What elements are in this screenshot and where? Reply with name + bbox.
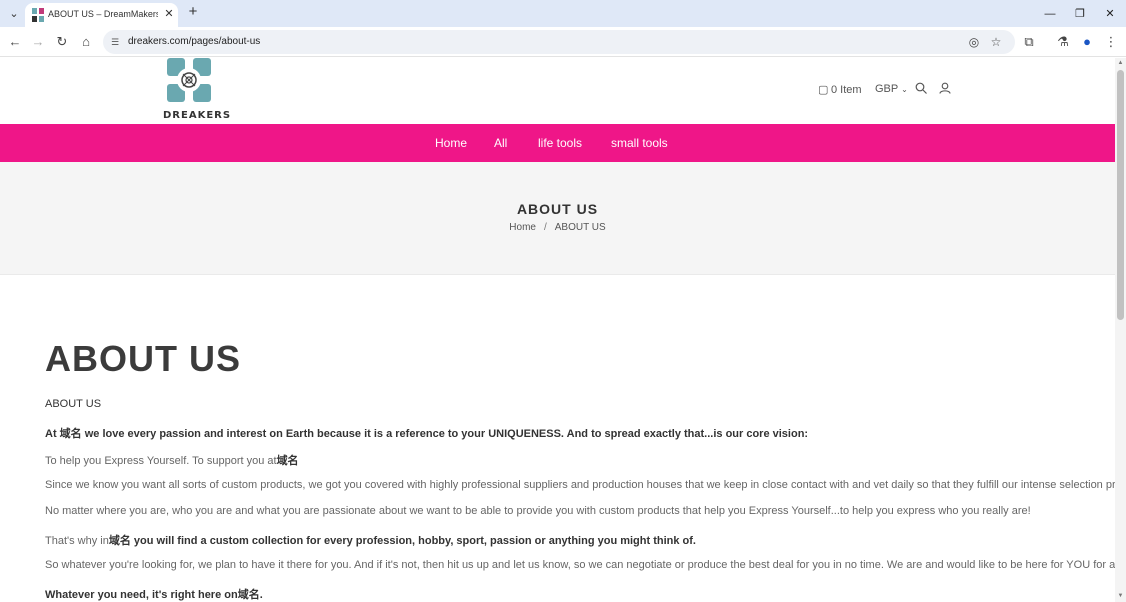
content-paragraph-6: So whatever you're looking for, we plan … bbox=[45, 559, 1115, 571]
site-logo[interactable]: DREAKERS bbox=[163, 58, 232, 122]
back-icon[interactable]: ← bbox=[7, 34, 23, 50]
logo-mark-icon bbox=[167, 58, 211, 102]
nav-item-all[interactable]: All bbox=[494, 136, 507, 150]
content-paragraph-3: Since we know you want all sorts of cust… bbox=[45, 479, 1115, 491]
paragraph-2-bold: 域名 bbox=[276, 455, 299, 467]
site-info-icon[interactable]: ☰ bbox=[111, 36, 123, 48]
home-icon[interactable]: ⌂ bbox=[78, 34, 94, 50]
bookmark-star-icon[interactable]: ☆ bbox=[989, 35, 1003, 49]
banner-title: ABOUT US bbox=[516, 201, 599, 217]
search-icon[interactable] bbox=[914, 82, 928, 96]
tab-title: ABOUT US – DreamMakers Sta bbox=[48, 9, 158, 19]
profile-avatar-icon[interactable]: ● bbox=[1079, 34, 1095, 50]
restore-icon[interactable]: ❐ bbox=[1072, 6, 1088, 22]
page-scrollbar[interactable]: ▲ ▼ bbox=[1115, 58, 1126, 602]
breadcrumb-current: ABOUT US bbox=[554, 222, 606, 233]
main-navigation: Home All life tools small tools bbox=[0, 124, 1115, 162]
chevron-down-icon: ⌄ bbox=[901, 85, 908, 94]
logo-text: DREAKERS bbox=[163, 110, 232, 121]
url-text[interactable]: dreakers.com/pages/about-us bbox=[128, 36, 260, 47]
site-header: DREAKERS ▢ 0 Item GBP ⌄ bbox=[0, 58, 1115, 124]
content-paragraph-2: To help you Express Yourself. To support… bbox=[45, 452, 299, 468]
account-icon[interactable] bbox=[938, 82, 952, 96]
breadcrumb: Home / ABOUT US bbox=[0, 222, 1115, 233]
nav-item-life-tools[interactable]: life tools bbox=[538, 136, 582, 150]
page-banner: ABOUT US Home / ABOUT US bbox=[0, 162, 1115, 275]
cart-label: 0 Item bbox=[831, 84, 862, 96]
browser-tab-active[interactable]: ABOUT US – DreamMakers Sta ✕ bbox=[25, 3, 178, 27]
eye-off-icon[interactable]: ◎ bbox=[967, 35, 981, 49]
minimize-icon[interactable]: — bbox=[1042, 6, 1058, 22]
content-paragraph-5: That's why in域名 you will find a custom c… bbox=[45, 532, 696, 548]
currency-selector[interactable]: GBP ⌄ bbox=[875, 83, 908, 95]
shopping-bag-icon: ▢ bbox=[818, 84, 829, 96]
tab-search-icon[interactable]: ⌄ bbox=[6, 6, 22, 22]
extensions-icon[interactable]: ⧉ bbox=[1021, 34, 1037, 50]
nav-item-home[interactable]: Home bbox=[435, 136, 467, 150]
scroll-up-arrow-icon[interactable]: ▲ bbox=[1117, 60, 1124, 67]
close-window-icon[interactable]: ✕ bbox=[1102, 6, 1118, 22]
site-favicon-icon bbox=[32, 8, 44, 22]
scroll-thumb[interactable] bbox=[1117, 70, 1124, 320]
browser-menu-icon[interactable]: ⋮ bbox=[1103, 34, 1119, 50]
labs-flask-icon[interactable]: ⚗ bbox=[1055, 34, 1071, 50]
cart-link[interactable]: ▢ 0 Item bbox=[818, 83, 862, 99]
currency-label: GBP bbox=[875, 83, 899, 95]
page-viewport: DREAKERS ▢ 0 Item GBP ⌄ Home All life too… bbox=[0, 58, 1115, 602]
reload-icon[interactable]: ↻ bbox=[54, 34, 70, 50]
address-bar[interactable]: ☰ dreakers.com/pages/about-us ◎ ☆ bbox=[103, 30, 1015, 54]
content-paragraph-1: At 域名 we love every passion and interest… bbox=[45, 428, 809, 440]
paragraph-2-text: To help you Express Yourself. To support… bbox=[45, 455, 277, 467]
new-tab-icon[interactable]: + bbox=[186, 4, 200, 19]
scroll-down-arrow-icon[interactable]: ▼ bbox=[1117, 593, 1124, 600]
page-title: ABOUT US bbox=[45, 338, 241, 379]
content-paragraph-7: Whatever you need, it's right here on域名. bbox=[45, 589, 263, 601]
content-subheading: ABOUT US bbox=[45, 398, 102, 410]
breadcrumb-home[interactable]: Home bbox=[509, 222, 536, 233]
forward-icon[interactable]: → bbox=[30, 34, 46, 50]
page-content: ABOUT US ABOUT US At 域名 we love every pa… bbox=[45, 338, 1115, 601]
paragraph-5-bold: 域名 you will find a custom collection for… bbox=[108, 535, 696, 547]
nav-item-small-tools[interactable]: small tools bbox=[611, 136, 668, 150]
tab-close-icon[interactable]: ✕ bbox=[162, 7, 176, 21]
browser-toolbar: ← → ↻ ⌂ ☰ dreakers.com/pages/about-us ◎ … bbox=[0, 27, 1126, 57]
paragraph-5-text: That's why in bbox=[45, 535, 109, 547]
browser-tab-strip: ⌄ ABOUT US – DreamMakers Sta ✕ + — ❐ ✕ bbox=[0, 0, 1126, 27]
content-paragraph-4: No matter where you are, who you are and… bbox=[45, 505, 1031, 517]
breadcrumb-separator: / bbox=[543, 222, 547, 233]
